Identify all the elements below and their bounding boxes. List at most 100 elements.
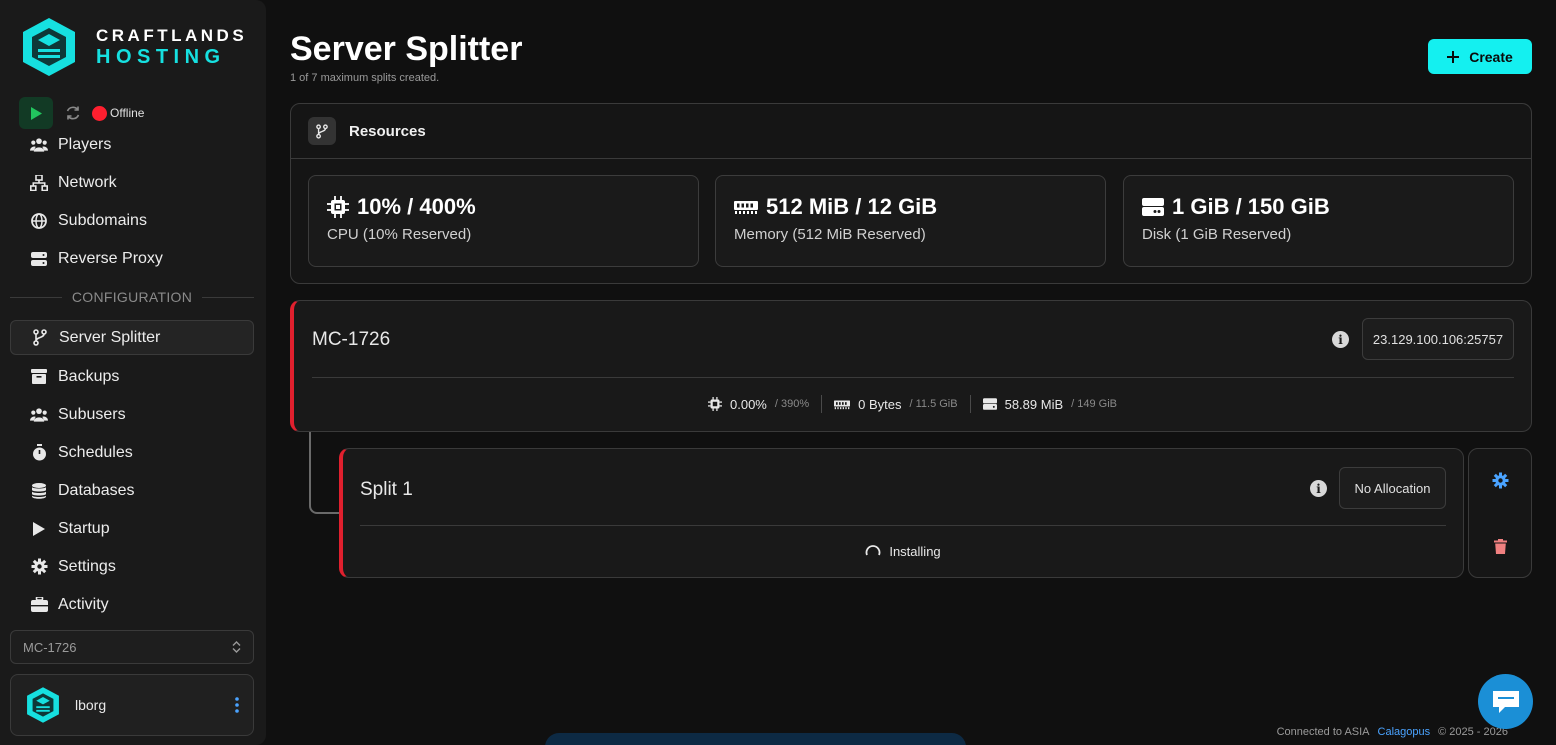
split-card[interactable]: Split 1 i No Allocation Installing — [339, 448, 1464, 578]
server-cpu-used: 0.00% — [730, 396, 767, 412]
database-icon — [30, 482, 48, 500]
disk-card: 1 GiB / 150 GiB Disk (1 GiB Reserved) — [1123, 175, 1514, 267]
server-select-value: MC-1726 — [23, 639, 77, 655]
cpu-value: 10% / 400% — [357, 194, 476, 219]
memory-value: 512 MiB / 12 GiB — [766, 194, 938, 219]
resources-title: Resources — [349, 122, 426, 140]
start-button[interactable] — [19, 97, 53, 129]
cpu-icon — [708, 397, 722, 411]
brand-logo-icon — [23, 18, 75, 76]
server-address[interactable]: 23.129.100.106:25757 — [1362, 318, 1514, 360]
sidebar-item-backups[interactable]: Backups — [10, 359, 254, 394]
sidebar-item-label: Startup — [58, 519, 110, 537]
status-label: Offline — [110, 106, 145, 120]
bottom-bar[interactable] — [545, 733, 966, 745]
sidebar-item-reverse-proxy[interactable]: Reverse Proxy — [10, 241, 254, 276]
sidebar-item-activity[interactable]: Activity — [10, 587, 254, 622]
chat-icon — [1492, 690, 1519, 713]
memory-icon — [734, 201, 758, 214]
cpu-label: CPU (10% Reserved) — [327, 226, 472, 243]
sidebar-item-players[interactable]: Players — [10, 127, 254, 162]
sidebar-item-label: Reverse Proxy — [58, 249, 163, 267]
sidebar-item-label: Schedules — [58, 443, 133, 461]
split-status: Installing — [343, 543, 1463, 559]
sidebar-item-network[interactable]: Network — [10, 165, 254, 200]
trash-icon[interactable] — [1494, 539, 1507, 554]
briefcase-icon — [30, 596, 48, 614]
sidebar-item-server-splitter[interactable]: Server Splitter — [10, 320, 254, 355]
server-icon — [30, 250, 48, 268]
page-title: Server Splitter — [290, 30, 523, 68]
user-card[interactable]: lborg — [10, 674, 254, 736]
server-stats: 0.00% / 390% 0 Bytes / 11.5 GiB 58.89 Mi… — [294, 395, 1531, 413]
sidebar-item-databases[interactable]: Databases — [10, 473, 254, 508]
server-mem-used: 0 Bytes — [858, 396, 902, 412]
section-label: CONFIGURATION — [71, 289, 193, 305]
memory-card: 512 MiB / 12 GiB Memory (512 MiB Reserve… — [715, 175, 1106, 267]
plus-icon — [1447, 50, 1460, 63]
resources-header: Resources — [291, 104, 1531, 159]
memory-icon — [834, 400, 851, 409]
hard-drive-icon — [982, 398, 997, 410]
sidebar-item-label: Databases — [58, 481, 135, 499]
tree-connector — [309, 432, 341, 514]
connection-info: Connected to ASIA — [1276, 726, 1370, 738]
stopwatch-icon — [30, 444, 48, 462]
chevron-up-down-icon — [232, 641, 241, 653]
spinner-icon — [865, 545, 881, 556]
brand-line1: CRAFTLANDS — [96, 26, 248, 45]
sidebar-item-label: Backups — [58, 367, 120, 385]
resources-panel: Resources 10% / 400% CPU (10% Reserved) … — [290, 103, 1532, 284]
split-status-label: Installing — [889, 543, 941, 559]
server-cpu-stat: 0.00% / 390% — [696, 397, 821, 412]
memory-label: Memory (512 MiB Reserved) — [734, 226, 926, 243]
status-dot — [92, 105, 107, 121]
more-vertical-icon[interactable] — [235, 697, 239, 713]
hard-drive-icon — [1142, 198, 1164, 216]
split-allocation[interactable]: No Allocation — [1339, 467, 1446, 509]
restart-icon[interactable] — [65, 105, 81, 121]
power-controls: Offline — [19, 97, 144, 129]
network-icon — [30, 174, 48, 192]
info-icon[interactable]: i — [1332, 331, 1349, 348]
play-icon — [31, 106, 42, 120]
server-disk-used: 58.89 MiB — [1004, 396, 1064, 412]
users-icon — [30, 406, 48, 424]
info-icon[interactable]: i — [1310, 480, 1327, 497]
sidebar: CRAFTLANDS HOSTING Offline Players Netwo… — [0, 0, 266, 745]
section-divider-configuration: CONFIGURATION — [10, 289, 254, 305]
cpu-card: 10% / 400% CPU (10% Reserved) — [308, 175, 699, 267]
globe-icon — [30, 212, 48, 230]
cpu-icon — [327, 196, 349, 218]
sidebar-item-label: Network — [58, 173, 117, 191]
page-subtitle: 1 of 7 maximum splits created. — [290, 72, 440, 84]
user-name: lborg — [75, 697, 107, 713]
sidebar-item-schedules[interactable]: Schedules — [10, 435, 254, 470]
disk-label: Disk (1 GiB Reserved) — [1142, 226, 1292, 243]
chat-button[interactable] — [1478, 674, 1533, 729]
gear-icon — [30, 558, 48, 576]
archive-icon — [30, 368, 48, 386]
split-name: Split 1 — [360, 479, 413, 500]
sidebar-item-label: Activity — [58, 595, 109, 613]
sidebar-item-settings[interactable]: Settings — [10, 549, 254, 584]
split-actions — [1468, 448, 1532, 578]
server-card[interactable]: MC-1726 i 23.129.100.106:25757 0.00% / 3… — [290, 300, 1532, 432]
sidebar-item-label: Server Splitter — [59, 328, 161, 346]
brand-link[interactable]: Calagopus — [1378, 726, 1431, 738]
sidebar-item-subdomains[interactable]: Subdomains — [10, 203, 254, 238]
footer: Connected to ASIA Calagopus © 2025 - 202… — [1277, 726, 1508, 738]
server-select[interactable]: MC-1726 — [10, 630, 254, 664]
server-name: MC-1726 — [312, 329, 391, 350]
code-branch-icon — [31, 329, 49, 347]
server-disk-max: / 149 GiB — [1071, 398, 1117, 410]
gear-icon[interactable] — [1492, 472, 1509, 489]
create-button[interactable]: Create — [1428, 39, 1532, 74]
sidebar-item-subusers[interactable]: Subusers — [10, 397, 254, 432]
brand-logo[interactable]: CRAFTLANDS HOSTING — [20, 16, 247, 78]
avatar — [27, 687, 59, 723]
server-disk-stat: 58.89 MiB / 149 GiB — [971, 397, 1129, 412]
sidebar-item-startup[interactable]: Startup — [10, 511, 254, 546]
sidebar-item-label: Players — [58, 135, 112, 153]
server-mem-max: / 11.5 GiB — [909, 398, 958, 410]
